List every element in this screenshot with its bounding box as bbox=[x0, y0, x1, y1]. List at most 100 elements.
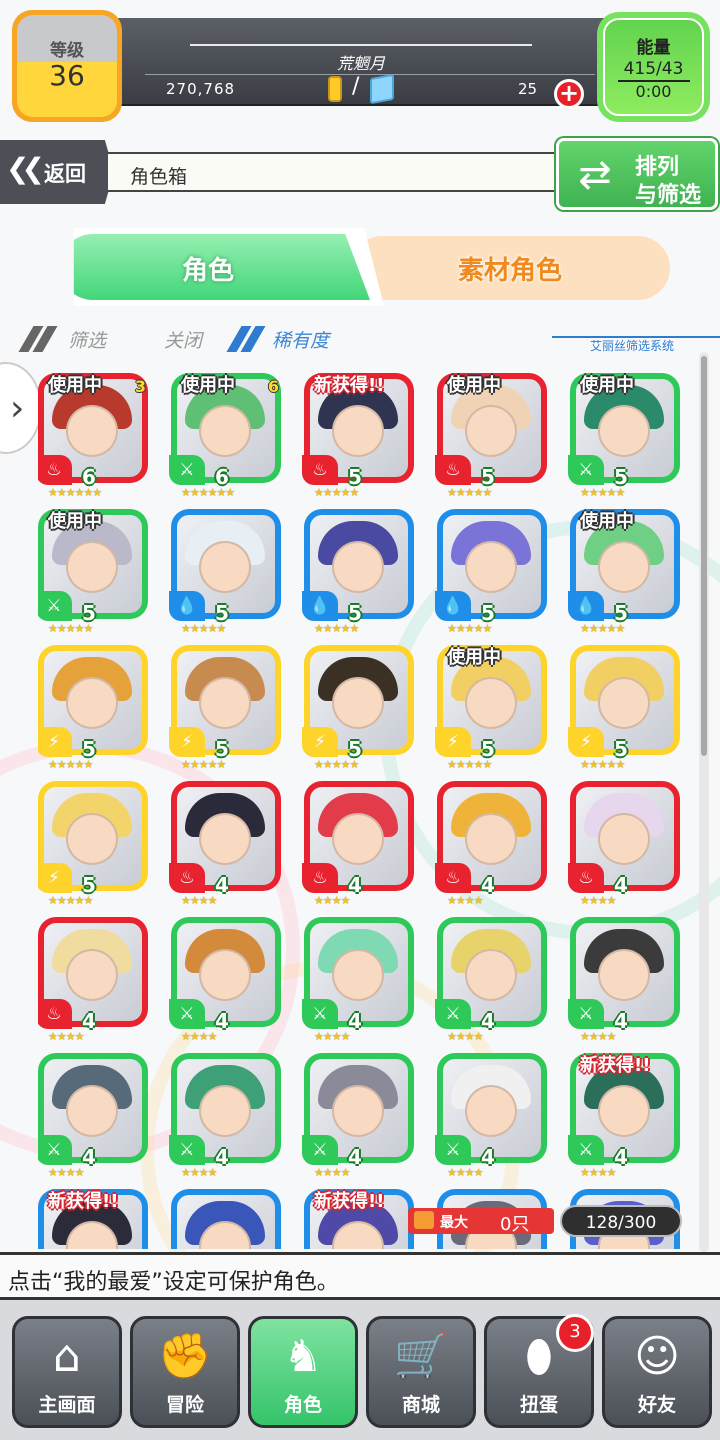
back-button[interactable]: ❮❮ 返回 bbox=[0, 140, 114, 204]
character-card[interactable]: ⚡ 5 ★★★★★ 使用中 bbox=[435, 645, 547, 771]
character-card[interactable]: ⚡ 5 ★★★★★ bbox=[169, 645, 281, 771]
character-card[interactable]: ⚔ 6 ★★★★★★ 使用中 6 bbox=[169, 373, 281, 499]
element-yellow-icon: ⚡ bbox=[38, 727, 72, 757]
character-card[interactable]: ⚡ 5 ★★★★★ bbox=[38, 645, 148, 771]
character-card[interactable]: ♨ 4 ★★★★ bbox=[568, 781, 680, 907]
rarity-stars: ★★★★ bbox=[48, 1166, 84, 1179]
character-card[interactable]: ♨ 4 ★★★★ bbox=[169, 781, 281, 907]
max-value: 0只 bbox=[500, 1214, 530, 1235]
character-card[interactable]: ⚔ 5 ★★★★★ 使用中 bbox=[38, 509, 148, 635]
tab-materials[interactable]: 素材角色 bbox=[350, 236, 670, 300]
element-blue-icon: 💧 bbox=[568, 591, 604, 621]
nav-label: 主画面 bbox=[38, 1394, 96, 1416]
portrait-face bbox=[332, 405, 384, 457]
character-card[interactable]: ⚡ 5 ★★★★★ bbox=[302, 645, 414, 771]
character-card[interactable]: ♨ 4 ★★★★ bbox=[302, 781, 414, 907]
character-card[interactable]: ⚔ 4 ★★★★ bbox=[169, 1053, 281, 1179]
status-badge: 使用中 bbox=[181, 375, 235, 396]
rarity-value: 4 bbox=[82, 1009, 96, 1033]
rarity-stars: ★★★★ bbox=[580, 1030, 616, 1043]
breadcrumb: 角色箱 bbox=[108, 152, 568, 192]
character-card[interactable]: ⚔ 4 ★★★★ 新获得!! bbox=[568, 1053, 680, 1179]
nav-label: 好友 bbox=[637, 1394, 676, 1416]
character-card[interactable]: ♨ 4 ★★★★ bbox=[435, 781, 547, 907]
character-card[interactable]: ♨ 4 ★★★★ bbox=[38, 917, 148, 1043]
portrait-face bbox=[66, 677, 118, 729]
character-card[interactable]: ♨ 5 ★★★★★ 使用中 bbox=[435, 373, 547, 499]
side-panel-toggle[interactable]: › bbox=[0, 362, 42, 454]
rarity-stars: ★★★★★ bbox=[447, 622, 492, 635]
scrollbar-thumb[interactable] bbox=[701, 356, 707, 756]
divider bbox=[145, 74, 595, 75]
character-card[interactable]: 💧4★★★★新获得!! bbox=[304, 1189, 414, 1249]
portrait-face bbox=[199, 1085, 251, 1137]
nav-label: 商城 bbox=[401, 1394, 440, 1416]
character-card[interactable]: 💧 5 ★★★★★ bbox=[435, 509, 547, 635]
character-card[interactable]: ♨ 5 ★★★★★ 新获得!! bbox=[302, 373, 414, 499]
coin-icon bbox=[328, 76, 342, 102]
character-card[interactable]: 💧 5 ★★★★★ bbox=[169, 509, 281, 635]
rarity-stars: ★★★★ bbox=[181, 1030, 217, 1043]
nav-label: 冒险 bbox=[165, 1394, 204, 1416]
portrait-face bbox=[465, 405, 517, 457]
portrait-face bbox=[199, 405, 251, 457]
nav-friends-button[interactable]: ☺ 好友 bbox=[602, 1316, 712, 1428]
deck-slot-count: 6 bbox=[267, 377, 279, 396]
character-card[interactable]: ⚔ 4 ★★★★ bbox=[302, 917, 414, 1043]
gold-amount: 270,768 bbox=[166, 80, 236, 98]
nav-rabbit-button[interactable]: ♞ 角色 bbox=[248, 1316, 358, 1428]
portrait-face bbox=[199, 813, 251, 865]
rarity-value: 4 bbox=[82, 1145, 96, 1169]
rarity-value: 4 bbox=[348, 1145, 362, 1169]
rarity-stars: ★★★★ bbox=[314, 1030, 350, 1043]
filter-state[interactable]: 关闭 bbox=[164, 326, 202, 353]
character-card[interactable]: 💧4★★★★新获得!! bbox=[38, 1189, 148, 1249]
buy-gems-button[interactable]: + bbox=[554, 79, 584, 109]
character-card[interactable]: ⚔ 4 ★★★★ bbox=[435, 917, 547, 1043]
filter-label: 与筛选 bbox=[635, 183, 702, 208]
portrait-face bbox=[598, 541, 650, 593]
character-card[interactable]: 💧 5 ★★★★★ 使用中 bbox=[568, 509, 680, 635]
character-card[interactable]: ⚔ 5 ★★★★★ 使用中 bbox=[568, 373, 680, 499]
character-card[interactable]: ⚔ 4 ★★★★ bbox=[435, 1053, 547, 1179]
rarity-value: 4 bbox=[215, 873, 229, 897]
character-card[interactable]: ⚔ 4 ★★★★ bbox=[38, 1053, 148, 1179]
tab-characters[interactable]: 角色 bbox=[73, 228, 384, 306]
character-card[interactable]: 💧 5 ★★★★★ bbox=[302, 509, 414, 635]
character-card[interactable]: ⚡ 5 ★★★★★ bbox=[568, 645, 680, 771]
character-card[interactable]: ⚔ 4 ★★★★ bbox=[568, 917, 680, 1043]
character-card[interactable]: ⚡ 5 ★★★★★ bbox=[38, 781, 148, 907]
nav-label: 角色 bbox=[283, 1394, 322, 1416]
energy-box[interactable]: 能量 415/43 0:00 bbox=[597, 12, 710, 122]
character-card[interactable]: ⚔ 4 ★★★★ bbox=[169, 917, 281, 1043]
element-yellow-icon: ⚡ bbox=[169, 727, 205, 757]
home-icon: ⌂ bbox=[53, 1331, 81, 1382]
status-badge: 使用中 bbox=[580, 375, 634, 396]
status-badge: 新获得!! bbox=[314, 1191, 385, 1212]
nav-handshake-button[interactable]: ✊ 冒险 bbox=[130, 1316, 240, 1428]
character-card[interactable]: 💧4★★★★ bbox=[171, 1189, 281, 1249]
rarity-value: 4 bbox=[481, 873, 495, 897]
portrait-face bbox=[598, 1085, 650, 1137]
rarity-value: 4 bbox=[215, 1009, 229, 1033]
cart-icon: 🛒 bbox=[393, 1331, 449, 1382]
element-red-icon: ♨ bbox=[302, 455, 338, 485]
portrait-face bbox=[332, 541, 384, 593]
rarity-stars: ★★★★★★ bbox=[48, 486, 102, 499]
element-yellow-icon: ⚡ bbox=[38, 863, 72, 893]
sort-key[interactable]: 稀有度 bbox=[272, 326, 329, 353]
portrait-face bbox=[465, 949, 517, 1001]
rarity-stars: ★★★★★ bbox=[580, 758, 625, 771]
sort-filter-button[interactable]: ⇄ 排列 与筛选 bbox=[556, 138, 718, 210]
tip-bar: 点击“我的最爱”设定可保护角色。 bbox=[0, 1252, 720, 1300]
element-green-icon: ⚔ bbox=[169, 999, 205, 1029]
character-card[interactable]: ♨ 6 ★★★★★★ 使用中 3 bbox=[38, 373, 148, 499]
rarity-stars: ★★★★★ bbox=[181, 758, 226, 771]
nav-home-button[interactable]: ⌂ 主画面 bbox=[12, 1316, 122, 1428]
rarity-stars: ★★★★ bbox=[580, 894, 616, 907]
character-card[interactable]: ⚔ 4 ★★★★ bbox=[302, 1053, 414, 1179]
portrait-face bbox=[332, 813, 384, 865]
rarity-stars: ★★★★★ bbox=[48, 622, 93, 635]
nav-cart-button[interactable]: 🛒 商城 bbox=[366, 1316, 476, 1428]
portrait-face bbox=[199, 541, 251, 593]
